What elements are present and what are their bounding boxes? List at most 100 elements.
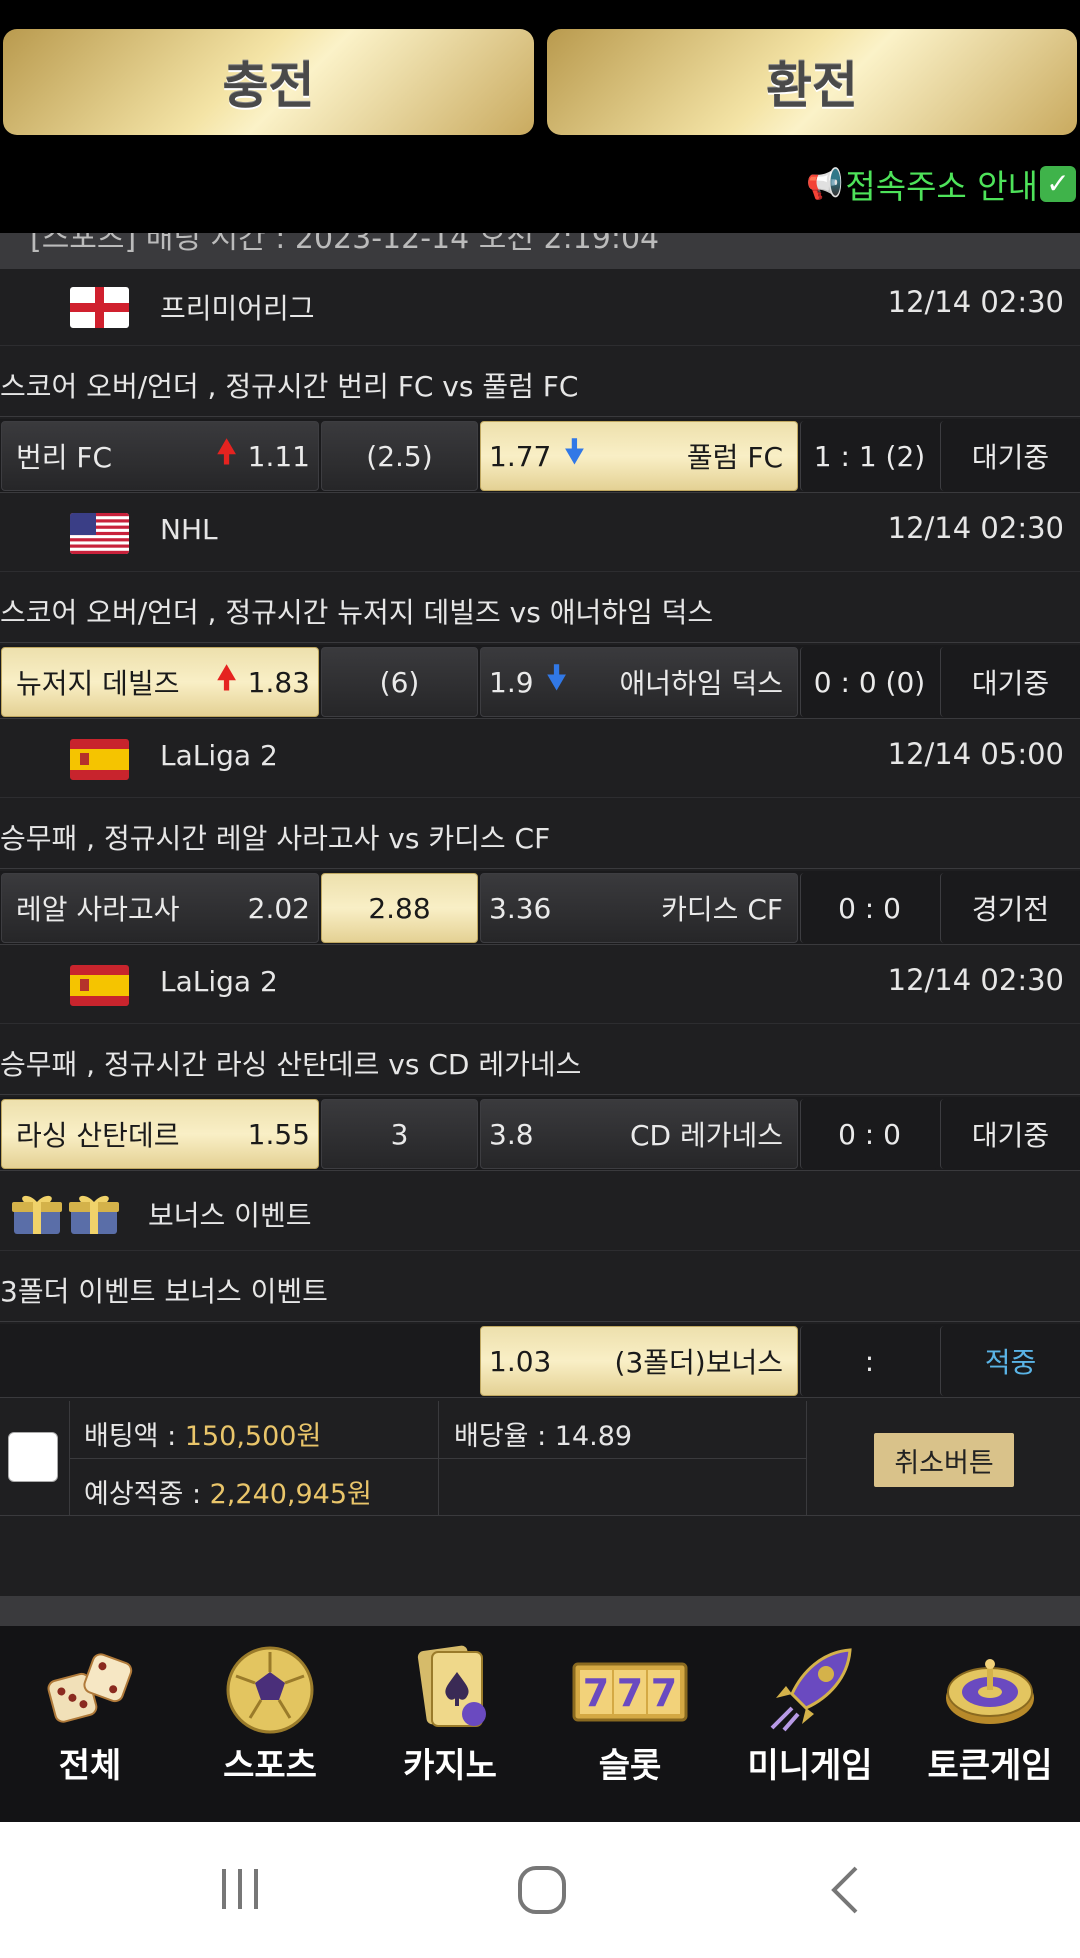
bonus-header: 보너스 이벤트 — [0, 1174, 1080, 1251]
bonus-odds-button[interactable]: 1.03 (3폴더)보너스 — [480, 1326, 798, 1396]
home-odds: 2.02 — [247, 891, 310, 925]
away-odds-button[interactable]: 1.77 🠟 풀럼 FC — [480, 421, 798, 491]
back-icon[interactable] — [820, 1862, 870, 1918]
nav-casino[interactable]: 카지노 — [360, 1626, 540, 1822]
away-odds: 3.8 — [489, 1117, 534, 1151]
line-value: (6) — [379, 665, 420, 699]
bet-summary: 배팅액 : 150,500원 배당율 : 14.89 예상적중 : 2,240,… — [0, 1401, 1080, 1516]
spain-flag-icon — [70, 965, 129, 1006]
check-icon: ✓ — [1040, 166, 1076, 202]
match-time: 12/14 02:30 — [887, 285, 1064, 319]
nav-minigame-label: 미니게임 — [747, 1746, 873, 1786]
status-cell: 대기중 — [940, 647, 1080, 717]
home-team: 뉴저지 데빌즈 — [16, 667, 180, 700]
league-header: LaLiga 2 12/14 05:00 — [0, 721, 1080, 798]
england-flag-icon — [70, 287, 129, 328]
nav-token-game[interactable]: 토큰게임 — [900, 1626, 1080, 1822]
score-text: : — [864, 1344, 875, 1378]
home-odds-button[interactable]: 번리 FC 🠝 1.11 — [1, 421, 319, 491]
away-odds-button[interactable]: 3.36 카디스 CF — [480, 873, 798, 943]
draw-odds-button[interactable]: 2.88 — [321, 873, 478, 943]
home-odds: 1.83 — [247, 665, 310, 699]
league-name: LaLiga 2 — [160, 965, 278, 998]
app-root: 충전 환전 📢 접속주소 안내 ✓ [스포츠] 배팅 시간 : 2023-12-… — [0, 0, 1080, 1958]
bet-amount-value: 150,500원 — [184, 1421, 322, 1452]
odds-row: 레알 사라고사 2.02 2.88 3.36 카디스 CF 0 : 0 경기전 — [0, 871, 1080, 945]
select-checkbox[interactable] — [8, 1432, 58, 1482]
next-section-strip — [0, 1596, 1080, 1626]
nav-slot[interactable]: 777 슬롯 — [540, 1626, 720, 1822]
dice-icon — [42, 1642, 138, 1738]
league-header: NHL 12/14 02:30 — [0, 495, 1080, 572]
match-time: 12/14 02:30 — [887, 963, 1064, 997]
svg-text:7: 7 — [617, 1671, 643, 1715]
league-header: LaLiga 2 12/14 02:30 — [0, 947, 1080, 1024]
line-cell[interactable]: (6) — [321, 647, 478, 717]
bet-amount: 배팅액 : 150,500원 — [84, 1414, 321, 1453]
recent-apps-icon[interactable] — [210, 1864, 270, 1914]
line-cell[interactable]: (2.5) — [321, 421, 478, 491]
home-team: 레알 사라고사 — [16, 893, 180, 926]
odds-rate-value: 14.89 — [554, 1421, 633, 1452]
bet-time-text: [스포츠] 배팅 시간 : 2023-12-14 오전 2:19:04 — [30, 233, 660, 256]
bonus-header-text: 보너스 이벤트 — [148, 1199, 312, 1232]
status-text: 대기중 — [971, 441, 1050, 474]
odds-row: 라싱 산탄데르 1.55 3 3.8 CD 레가네스 0 : 0 대기중 — [0, 1097, 1080, 1171]
roulette-icon — [942, 1642, 1038, 1738]
market-title: 스코어 오버/언더 , 정규시간 번리 FC vs 풀럼 FC — [0, 347, 1080, 417]
bonus-market-title: 3폴더 이벤트 보너스 이벤트 — [0, 1252, 1080, 1322]
league-name: 프리미어리그 — [160, 292, 315, 325]
bonus-label: (3폴더)보너스 — [614, 1346, 783, 1379]
arrow-up-icon: 🠝 — [215, 657, 238, 698]
home-odds-button[interactable]: 뉴저지 데빌즈 🠝 1.83 — [1, 647, 319, 717]
soccer-ball-icon — [222, 1642, 318, 1738]
megaphone-icon: 📢 — [805, 166, 844, 202]
market-text: 승무패 , 정규시간 라싱 산탄데르 vs CD 레가네스 — [0, 1048, 582, 1081]
slot-777-icon: 777 — [572, 1642, 688, 1738]
nav-minigame[interactable]: 미니게임 — [720, 1626, 900, 1822]
draw-odds: 2.88 — [368, 891, 431, 925]
cancel-button[interactable]: 취소버튼 — [874, 1433, 1014, 1487]
score-cell: 0 : 0 — [800, 1099, 938, 1169]
away-odds-button[interactable]: 3.8 CD 레가네스 — [480, 1099, 798, 1169]
score-text: 1 : 1 (2) — [813, 439, 926, 473]
away-odds: 1.9 — [489, 665, 534, 699]
nav-slot-label: 슬롯 — [598, 1746, 662, 1786]
league-header: 프리미어리그 12/14 02:30 — [0, 269, 1080, 346]
arrow-up-icon: 🠝 — [215, 431, 238, 472]
score-cell: 0 : 0 (0) — [800, 647, 938, 717]
system-nav-bar — [0, 1822, 1080, 1958]
address-notice-link[interactable]: 📢 접속주소 안내 ✓ — [806, 160, 1076, 208]
draw-odds-button[interactable]: 3 — [321, 1099, 478, 1169]
score-cell: 1 : 1 (2) — [800, 421, 938, 491]
bonus-market-text: 3폴더 이벤트 보너스 이벤트 — [0, 1275, 328, 1308]
charge-button[interactable]: 충전 — [3, 29, 534, 135]
notice-text: 접속주소 안내 — [845, 167, 1038, 206]
market-title: 스코어 오버/언더 , 정규시간 뉴저지 데빌즈 vs 애너하임 덕스 — [0, 573, 1080, 643]
nav-sports[interactable]: 스포츠 — [180, 1626, 360, 1822]
home-odds-button[interactable]: 레알 사라고사 2.02 — [1, 873, 319, 943]
line-value: (2.5) — [366, 439, 433, 473]
usa-flag-icon — [70, 513, 129, 554]
nav-token-game-label: 토큰게임 — [927, 1746, 1053, 1786]
bet-amount-label: 배팅액 : — [84, 1421, 185, 1452]
rocket-icon — [762, 1642, 858, 1738]
exchange-button[interactable]: 환전 — [547, 29, 1077, 135]
bet-time-strip: [스포츠] 배팅 시간 : 2023-12-14 오전 2:19:04 — [0, 233, 1080, 269]
gift-icon — [10, 1192, 64, 1236]
away-odds: 1.77 — [489, 439, 552, 473]
score-text: 0 : 0 — [838, 1117, 901, 1151]
league-name: NHL — [160, 513, 218, 546]
top-bar: 충전 환전 📢 접속주소 안내 ✓ — [0, 0, 1080, 233]
arrow-down-icon: 🠟 — [563, 431, 586, 472]
nav-all[interactable]: 전체 — [0, 1626, 180, 1822]
arrow-down-icon: 🠟 — [545, 657, 568, 698]
home-odds: 1.11 — [247, 439, 310, 473]
league-name: LaLiga 2 — [160, 739, 278, 772]
home-odds-button[interactable]: 라싱 산탄데르 1.55 — [1, 1099, 319, 1169]
away-odds-button[interactable]: 1.9 🠟 애너하임 덕스 — [480, 647, 798, 717]
score-cell: : — [800, 1326, 938, 1396]
market-text: 승무패 , 정규시간 레알 사라고사 vs 카디스 CF — [0, 822, 551, 855]
home-icon[interactable] — [512, 1862, 572, 1918]
away-team: 카디스 CF — [661, 893, 783, 926]
